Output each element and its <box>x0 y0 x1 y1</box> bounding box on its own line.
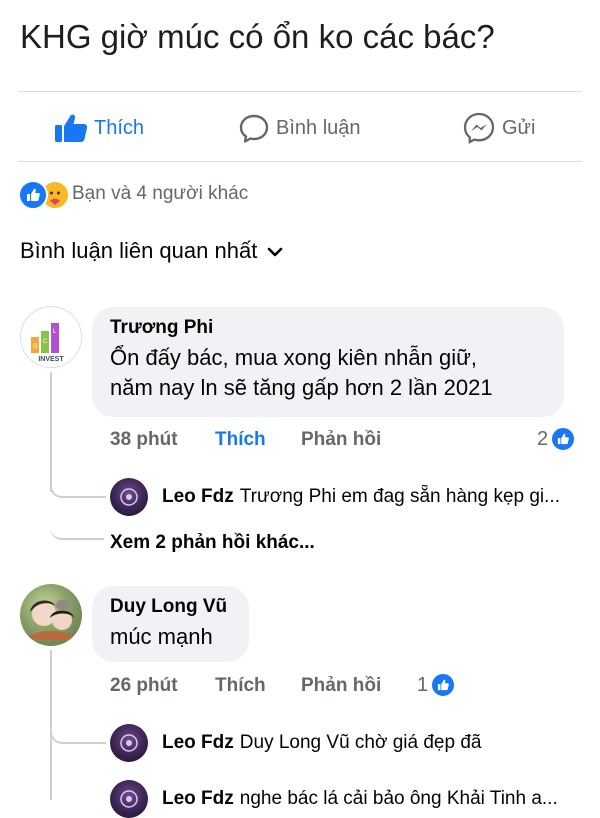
like-button[interactable]: Thích <box>54 110 144 146</box>
messenger-icon <box>462 111 496 145</box>
reply-item[interactable]: Leo Fdz Duy Long Vũ chờ giá đẹp đã <box>110 724 481 762</box>
comment-reaction-count[interactable]: 2 <box>537 426 577 452</box>
reactions-summary[interactable]: Bạn và 4 người khác <box>18 180 249 210</box>
thread-branch-reply-1 <box>50 470 106 498</box>
reaction-icons <box>18 180 72 210</box>
comments-sort-label: Bình luận liên quan nhất <box>20 238 258 263</box>
svg-text:C: C <box>43 339 48 345</box>
like-badge-icon <box>430 672 457 698</box>
comment-meta: 26 phút Thích Phản hồi <box>110 675 410 699</box>
comment-bubble-icon <box>238 113 270 143</box>
reply-text: Duy Long Vũ chờ giá đẹp đã <box>239 732 482 753</box>
comment-author[interactable]: Trương Phi <box>110 317 546 339</box>
comment-time: 26 phút <box>110 675 178 696</box>
reply-item[interactable]: Leo Fdz nghe bác lá cải bảo ông Khải Tin… <box>110 780 558 818</box>
like-label: Thích <box>94 116 145 139</box>
comment-button[interactable]: Bình luận <box>238 110 361 146</box>
avatar-leo-fdz[interactable] <box>110 780 148 818</box>
avatar-leo-fdz[interactable] <box>110 478 148 516</box>
comments-sort-dropdown[interactable]: Bình luận liên quan nhất <box>20 238 283 264</box>
avatar-leo-fdz[interactable] <box>110 724 148 762</box>
like-reaction-icon <box>18 180 48 210</box>
svg-text:G: G <box>33 344 38 350</box>
comment-reply-button[interactable]: Phản hồi <box>301 429 381 451</box>
anime-avatar-image <box>26 600 76 640</box>
comment-text-line: múc mạnh <box>110 624 213 649</box>
divider-top <box>18 91 582 92</box>
comment-author[interactable]: Duy Long Vũ <box>110 596 231 618</box>
avatar-duy-long-vu[interactable] <box>20 584 82 646</box>
comment-meta: 38 phút Thích Phản hồi <box>110 429 410 453</box>
gcl-invest-logo: G C L INVEST <box>31 323 64 363</box>
comment-like-button[interactable]: Thích <box>215 429 266 451</box>
thread-branch-reply-2 <box>50 716 106 744</box>
post-title: KHG giờ múc có ổn ko các bác? <box>20 18 495 55</box>
comment-label: Bình luận <box>276 116 361 139</box>
comment-text-line: Ổn đấy bác, mua xong kiên nhẫn giữ, <box>110 345 477 370</box>
like-badge-icon <box>550 426 577 452</box>
comment-reply-button[interactable]: Phản hồi <box>301 675 381 697</box>
comment-bubble: Duy Long Vũ múc mạnh <box>92 586 249 662</box>
post-actions-bar: Thích Bình luận Gửi <box>0 100 600 156</box>
comment-text-line: năm nay ln sẽ tăng gấp hơn 2 lần 2021 <box>110 375 493 400</box>
reply-author[interactable]: Leo Fdz <box>162 788 234 810</box>
comment-reaction-count[interactable]: 1 <box>417 672 457 698</box>
thread-branch-more-replies <box>50 500 104 540</box>
send-label: Gửi <box>502 116 536 139</box>
svg-text:INVEST: INVEST <box>38 356 64 363</box>
reply-text: Trương Phi em đag sẵn hàng kẹp gi... <box>239 486 560 507</box>
view-more-replies-link[interactable]: Xem 2 phản hồi khác... <box>110 532 315 554</box>
reaction-count-value: 1 <box>417 673 429 696</box>
reply-text: nghe bác lá cải bảo ông Khải Tinh a... <box>239 788 558 809</box>
send-button[interactable]: Gửi <box>462 110 535 146</box>
reaction-count-value: 2 <box>537 427 549 450</box>
thumbs-up-icon <box>54 113 88 143</box>
chevron-down-icon <box>257 238 283 264</box>
avatar-truong-phi[interactable]: G C L INVEST <box>20 306 82 368</box>
reply-author[interactable]: Leo Fdz <box>162 732 234 754</box>
reactions-text: Bạn và 4 người khác <box>72 183 249 204</box>
comment-bubble: Trương Phi Ổn đấy bác, mua xong kiên nhẫ… <box>92 307 564 417</box>
comment-time: 38 phút <box>110 429 178 450</box>
divider-bottom <box>18 161 582 162</box>
reply-item[interactable]: Leo Fdz Trương Phi em đag sẵn hàng kẹp g… <box>110 478 560 516</box>
reply-author[interactable]: Leo Fdz <box>162 486 234 508</box>
comment-like-button[interactable]: Thích <box>215 675 266 697</box>
